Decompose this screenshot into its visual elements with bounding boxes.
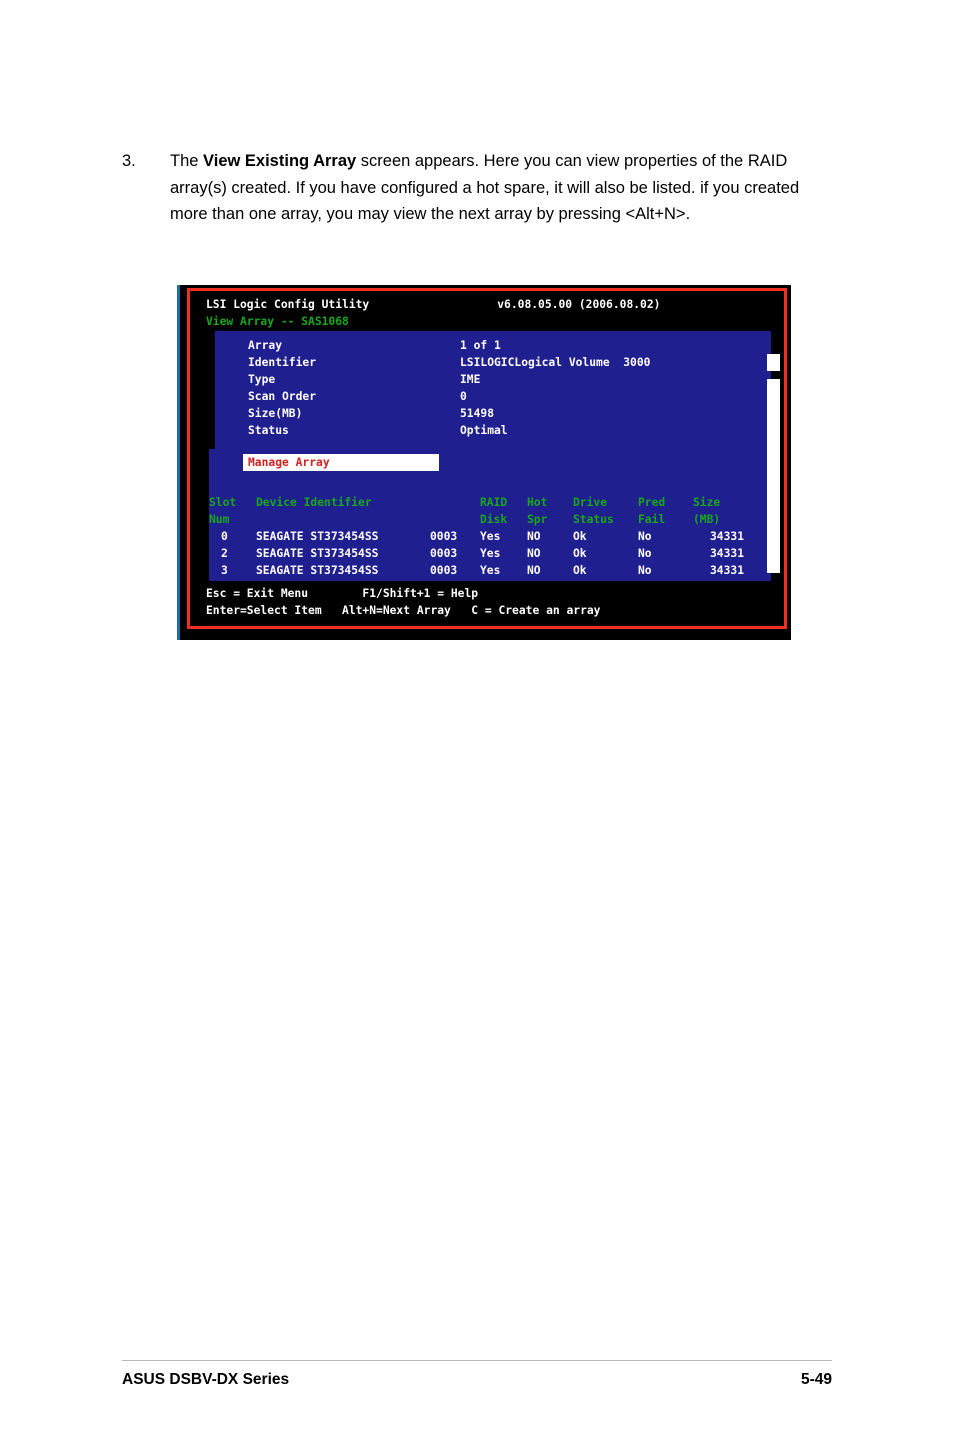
row-device[interactable]: SEAGATE ST373454SS xyxy=(256,545,378,562)
scrollbar-thumb[interactable] xyxy=(767,379,780,573)
row-fw[interactable]: 0003 xyxy=(430,528,457,545)
th-drive: Drive xyxy=(573,496,608,509)
row-slot[interactable]: 3 xyxy=(221,562,228,579)
bios-screen-frame: LSI Logic Config Utility v6.08.05.00 (200… xyxy=(187,288,787,629)
help-line-secondary: Enter=Select Item Alt+N=Next Array C = C… xyxy=(206,604,601,617)
footer-divider xyxy=(122,1360,832,1361)
help-line-primary: Esc = Exit Menu F1/Shift+1 = Help xyxy=(206,587,479,600)
prop-label-array: Array xyxy=(248,339,283,352)
prop-value-type: IME xyxy=(460,373,481,386)
row-slot[interactable]: 0 xyxy=(221,528,228,545)
th-size: Size xyxy=(693,496,721,509)
th-disk: Disk xyxy=(480,513,508,526)
prop-value-array: 1 of 1 xyxy=(460,339,501,352)
screenshot-left-edge xyxy=(177,285,180,640)
manage-array-menu-item[interactable]: Manage Array xyxy=(243,454,439,471)
instruction-step: 3. The View Existing Array screen appear… xyxy=(122,148,834,228)
row-slot[interactable]: 2 xyxy=(221,545,228,562)
manage-array-label: Manage Array xyxy=(248,456,330,469)
th-spr: Spr xyxy=(527,513,548,526)
th-device-identifier: Device Identifier xyxy=(256,496,372,509)
prop-value-status: Optimal xyxy=(460,424,508,437)
utility-version: v6.08.05.00 (2006.08.02) xyxy=(497,298,661,311)
row-hotspr[interactable]: NO xyxy=(527,528,541,545)
row-raid[interactable]: Yes xyxy=(480,528,500,545)
prop-value-scan-order: 0 xyxy=(460,390,467,403)
th-pred: Pred xyxy=(638,496,666,509)
row-pred[interactable]: No xyxy=(638,545,652,562)
prop-label-type: Type xyxy=(248,373,276,386)
th-fail: Fail xyxy=(638,513,666,526)
footer-page-number: 5-49 xyxy=(800,1371,832,1388)
th-size-unit: (MB) xyxy=(693,513,721,526)
prop-label-size: Size(MB) xyxy=(248,407,303,420)
scrollbar-up-button[interactable] xyxy=(767,354,780,371)
row-fw[interactable]: 0003 xyxy=(430,562,457,579)
row-size[interactable]: 34331 xyxy=(710,562,744,579)
row-pred[interactable]: No xyxy=(638,528,652,545)
bios-screenshot: LSI Logic Config Utility v6.08.05.00 (200… xyxy=(177,285,791,640)
row-status[interactable]: Ok xyxy=(573,528,587,545)
th-num: Num xyxy=(209,513,230,526)
row-fw[interactable]: 0003 xyxy=(430,545,457,562)
row-size[interactable]: 34331 xyxy=(710,528,744,545)
prop-label-identifier: Identifier xyxy=(248,356,317,369)
utility-title-row: LSI Logic Config Utility v6.08.05.00 (200… xyxy=(206,296,660,313)
row-hotspr[interactable]: NO xyxy=(527,545,541,562)
row-hotspr[interactable]: NO xyxy=(527,562,541,579)
row-size[interactable]: 34331 xyxy=(710,545,744,562)
th-hot: Hot xyxy=(527,496,548,509)
terminal-screen: LSI Logic Config Utility v6.08.05.00 (200… xyxy=(190,291,784,626)
row-status[interactable]: Ok xyxy=(573,545,587,562)
row-status[interactable]: Ok xyxy=(573,562,587,579)
step-number: 3. xyxy=(122,152,136,170)
prop-label-status: Status xyxy=(248,424,289,437)
th-status: Status xyxy=(573,513,614,526)
prop-value-size: 51498 xyxy=(460,407,495,420)
prop-value-identifier: LSILOGICLogical Volume 3000 xyxy=(460,356,651,369)
row-raid[interactable]: Yes xyxy=(480,562,500,579)
row-device[interactable]: SEAGATE ST373454SS xyxy=(256,562,378,579)
step-text-before: The xyxy=(170,152,204,170)
footer-product-name: ASUS DSBV-DX Series xyxy=(122,1371,290,1388)
screen-subtitle: View Array -- SAS1068 xyxy=(206,315,349,328)
row-pred[interactable]: No xyxy=(638,562,652,579)
step-text-emphasis: View Existing Array xyxy=(203,152,357,170)
th-slot: Slot xyxy=(209,496,237,509)
th-raid: RAID xyxy=(480,496,508,509)
prop-label-scan-order: Scan Order xyxy=(248,390,317,403)
utility-title: LSI Logic Config Utility xyxy=(206,298,370,311)
row-raid[interactable]: Yes xyxy=(480,545,500,562)
row-device[interactable]: SEAGATE ST373454SS xyxy=(256,528,378,545)
step-text: The View Existing Array screen appears. … xyxy=(170,148,834,228)
